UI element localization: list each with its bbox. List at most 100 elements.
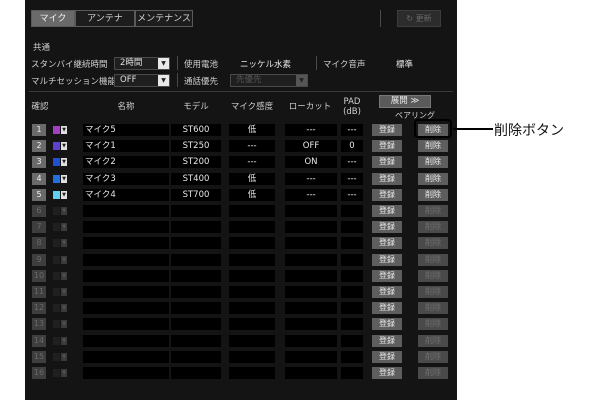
name-cell[interactable] [83, 286, 169, 298]
color-swatch[interactable] [53, 271, 60, 280]
multi-session-select[interactable]: OFF ▼ [114, 74, 170, 87]
row-number-button[interactable]: 15 [32, 350, 46, 363]
color-swatch[interactable] [53, 336, 60, 345]
row-number-button[interactable]: 3 [32, 156, 46, 169]
name-cell[interactable]: マイク3 [83, 172, 169, 185]
color-swatch[interactable] [53, 352, 60, 361]
delete-button[interactable]: 削除 [418, 334, 448, 347]
color-swatch[interactable] [53, 126, 60, 134]
row-number-button[interactable]: 14 [32, 334, 46, 347]
row-number-button[interactable]: 16 [32, 367, 46, 379]
delete-button[interactable]: 削除 [418, 350, 448, 363]
color-swatch[interactable] [53, 369, 60, 377]
delete-button[interactable]: 削除 [418, 140, 448, 153]
register-button[interactable]: 登録 [372, 221, 402, 234]
color-dropdown-icon[interactable]: ▼ [61, 369, 67, 377]
row-number-button[interactable]: 13 [32, 318, 46, 331]
color-dropdown-icon[interactable]: ▼ [61, 158, 67, 167]
register-button[interactable]: 登録 [372, 156, 402, 169]
delete-button[interactable]: 削除 [418, 172, 448, 185]
delete-button[interactable]: 削除 [418, 318, 448, 331]
row-number-button[interactable]: 9 [32, 253, 46, 266]
delete-button[interactable]: 削除 [418, 237, 448, 250]
name-cell[interactable] [83, 237, 169, 250]
tab-antenna[interactable]: アンテナ [75, 10, 135, 27]
color-dropdown-icon[interactable]: ▼ [61, 174, 67, 183]
color-dropdown-icon[interactable]: ▼ [61, 190, 67, 199]
name-cell[interactable] [83, 253, 169, 266]
color-dropdown-icon[interactable]: ▼ [61, 320, 67, 329]
delete-button[interactable]: 削除 [418, 156, 448, 169]
color-dropdown-icon[interactable]: ▼ [61, 271, 67, 280]
name-cell[interactable]: マイク5 [83, 124, 169, 136]
register-button[interactable]: 登録 [372, 334, 402, 347]
register-button[interactable]: 登録 [372, 140, 402, 153]
register-button[interactable]: 登録 [372, 367, 402, 379]
color-swatch[interactable] [53, 304, 60, 313]
delete-button[interactable]: 削除 [418, 221, 448, 234]
name-cell[interactable] [83, 318, 169, 331]
register-button[interactable]: 登録 [372, 286, 402, 298]
row-number-button[interactable]: 8 [32, 237, 46, 250]
delete-button[interactable]: 削除 [418, 302, 448, 315]
delete-button[interactable]: 削除 [418, 253, 448, 266]
color-dropdown-icon[interactable]: ▼ [61, 304, 67, 313]
register-button[interactable]: 登録 [372, 253, 402, 266]
row-number-button[interactable]: 12 [32, 302, 46, 315]
row-number-button[interactable]: 11 [32, 286, 46, 298]
delete-button[interactable]: 削除 [418, 269, 448, 282]
row-number-button[interactable]: 5 [32, 188, 46, 201]
register-button[interactable]: 登録 [372, 124, 402, 136]
register-button[interactable]: 登録 [372, 237, 402, 250]
standby-select[interactable]: 2時間 ▼ [114, 57, 170, 70]
color-dropdown-icon[interactable]: ▼ [61, 126, 67, 134]
name-cell[interactable] [83, 221, 169, 234]
color-dropdown-icon[interactable]: ▼ [61, 223, 67, 232]
name-cell[interactable] [83, 334, 169, 347]
color-swatch[interactable] [53, 239, 60, 248]
row-number-button[interactable]: 7 [32, 221, 46, 234]
register-button[interactable]: 登録 [372, 318, 402, 331]
name-cell[interactable]: マイク4 [83, 188, 169, 201]
delete-button[interactable]: 削除 [418, 286, 448, 298]
color-swatch[interactable] [53, 288, 60, 296]
color-dropdown-icon[interactable]: ▼ [61, 336, 67, 345]
row-number-button[interactable]: 6 [32, 205, 46, 217]
name-cell[interactable] [83, 350, 169, 363]
delete-button[interactable]: 削除 [418, 367, 448, 379]
tab-maintenance[interactable]: メンテナンス [135, 10, 193, 27]
name-cell[interactable]: マイク2 [83, 156, 169, 169]
row-number-button[interactable]: 10 [32, 269, 46, 282]
tab-mic[interactable]: マイク [31, 10, 75, 27]
color-dropdown-icon[interactable]: ▼ [61, 255, 67, 264]
update-button[interactable]: ↻ 更新 [397, 10, 441, 27]
color-swatch[interactable] [53, 142, 60, 151]
name-cell[interactable] [83, 302, 169, 315]
register-button[interactable]: 登録 [372, 302, 402, 315]
name-cell[interactable] [83, 205, 169, 217]
color-swatch[interactable] [53, 174, 60, 183]
name-cell[interactable]: マイク1 [83, 140, 169, 153]
color-swatch[interactable] [53, 207, 60, 215]
color-swatch[interactable] [53, 223, 60, 232]
name-cell[interactable] [83, 269, 169, 282]
color-swatch[interactable] [53, 158, 60, 167]
color-swatch[interactable] [53, 320, 60, 329]
row-number-button[interactable]: 4 [32, 172, 46, 185]
color-dropdown-icon[interactable]: ▼ [61, 352, 67, 361]
row-number-button[interactable]: 2 [32, 140, 46, 153]
color-dropdown-icon[interactable]: ▼ [61, 288, 67, 296]
delete-button[interactable]: 削除 [418, 188, 448, 201]
register-button[interactable]: 登録 [372, 188, 402, 201]
color-dropdown-icon[interactable]: ▼ [61, 239, 67, 248]
color-swatch[interactable] [53, 190, 60, 199]
delete-button[interactable]: 削除 [418, 205, 448, 217]
name-cell[interactable] [83, 367, 169, 379]
expand-button[interactable]: 展開 ≫ [379, 95, 431, 108]
register-button[interactable]: 登録 [372, 205, 402, 217]
color-dropdown-icon[interactable]: ▼ [61, 207, 67, 215]
color-dropdown-icon[interactable]: ▼ [61, 142, 67, 151]
register-button[interactable]: 登録 [372, 269, 402, 282]
row-number-button[interactable]: 1 [32, 124, 46, 136]
register-button[interactable]: 登録 [372, 350, 402, 363]
